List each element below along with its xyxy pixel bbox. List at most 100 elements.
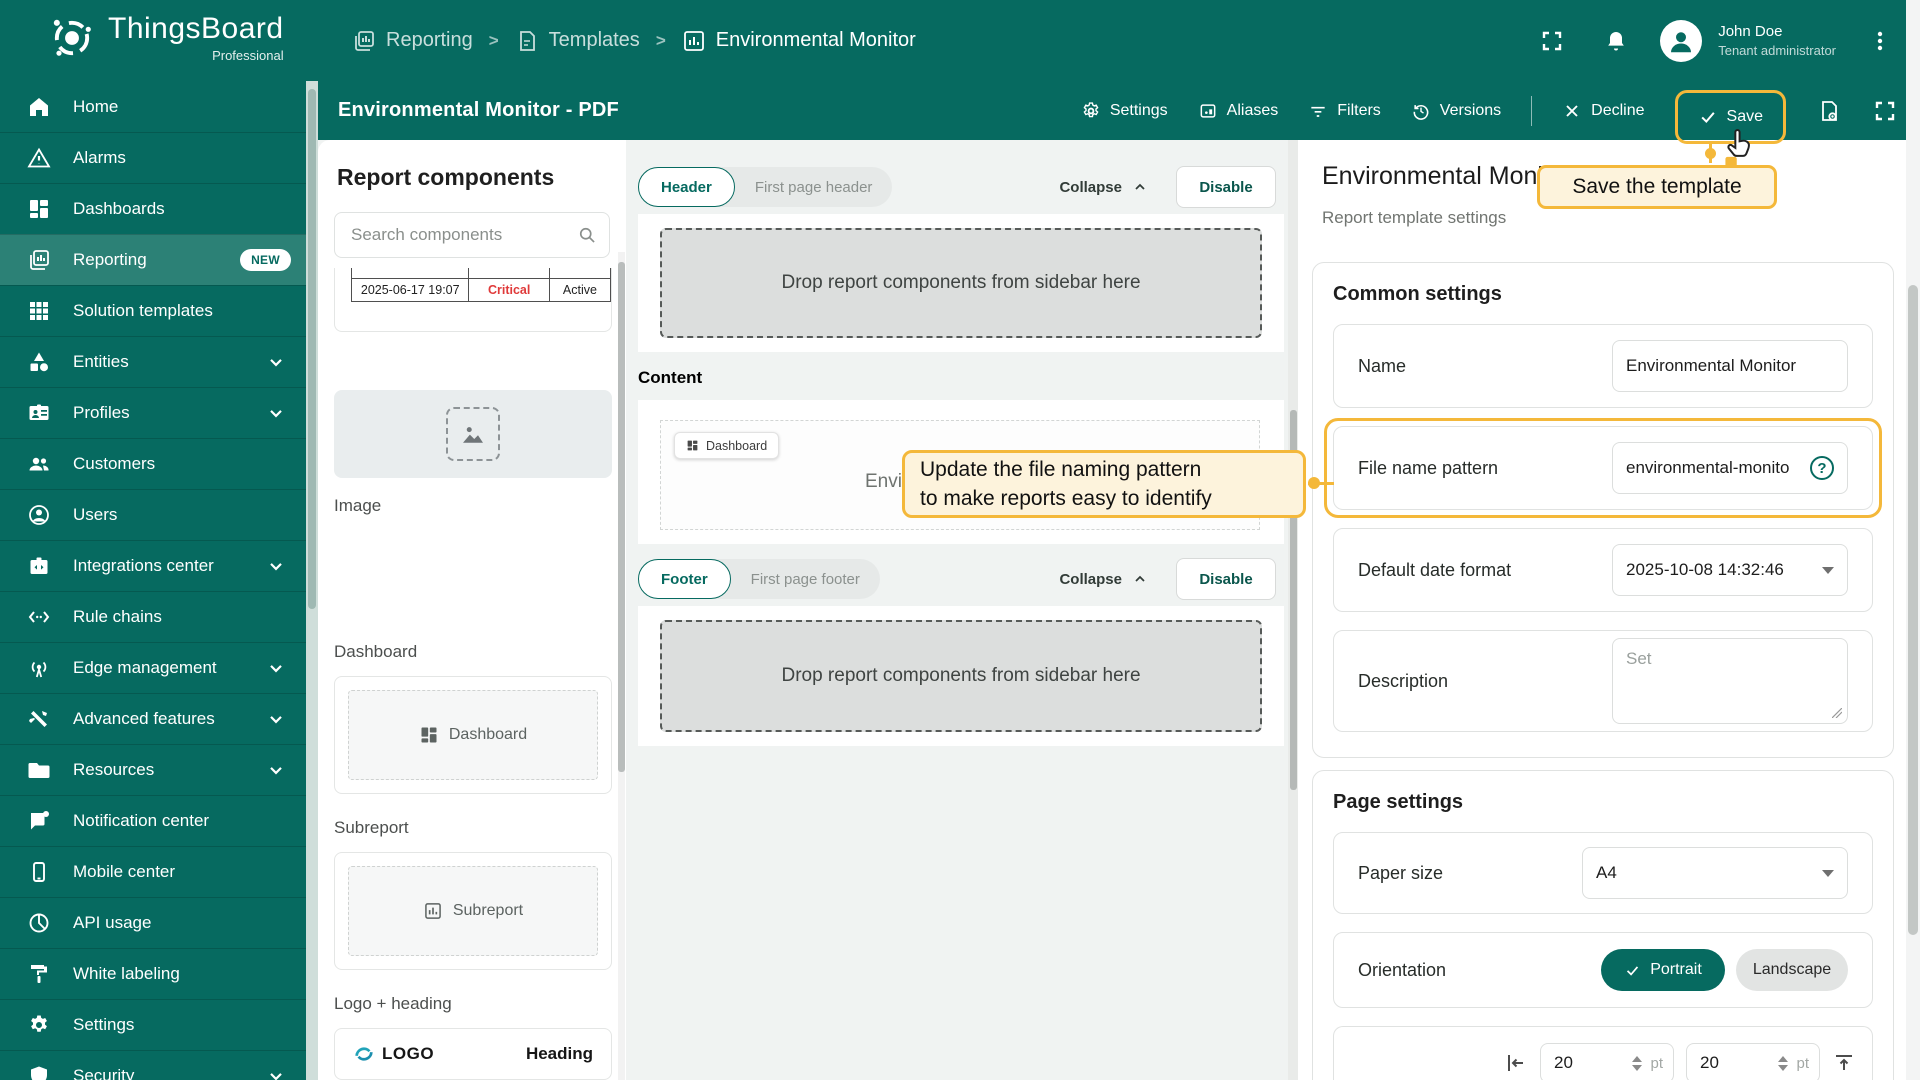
sidebar-item-integrations-center[interactable]: Integrations center xyxy=(0,540,306,591)
window-scrollbar-thumb[interactable] xyxy=(1908,285,1918,935)
sidebar-item-customers[interactable]: Customers xyxy=(0,438,306,489)
landscape-toggle[interactable]: Landscape xyxy=(1736,949,1848,991)
fullscreen-icon xyxy=(1873,99,1897,123)
components-search[interactable] xyxy=(334,212,610,258)
sidebar-item-notification-center[interactable]: Notification center xyxy=(0,795,306,846)
sidebar-item-label: Users xyxy=(73,505,117,525)
margin-top-stepper[interactable]: 20 pt xyxy=(1540,1043,1674,1080)
name-field[interactable]: Environmental Monitor xyxy=(1612,340,1848,392)
breadcrumb-templates[interactable]: Templates xyxy=(515,29,640,53)
user-avatar[interactable] xyxy=(1660,20,1702,62)
page-settings-heading: Page settings xyxy=(1333,791,1873,814)
sidebar-item-security[interactable]: Security xyxy=(0,1050,306,1080)
dashboard-card-label: Dashboard xyxy=(449,726,527,744)
stepper-arrows-icon[interactable] xyxy=(1778,1056,1788,1071)
sidebar-item-entities[interactable]: Entities xyxy=(0,336,306,387)
settings-button[interactable]: Settings xyxy=(1081,101,1168,121)
decline-button[interactable]: Decline xyxy=(1562,101,1644,121)
tab-first-page-header[interactable]: First page header xyxy=(735,179,893,196)
pattern-coachmark-tooltip: Update the file naming pattern to make r… xyxy=(902,450,1306,518)
image-component[interactable] xyxy=(334,390,612,478)
description-field[interactable]: Set xyxy=(1612,638,1848,724)
kebab-menu-icon xyxy=(1868,29,1892,53)
integrations-icon xyxy=(27,554,51,578)
logo-heading-component[interactable]: LOGO Heading xyxy=(334,1028,612,1080)
sidebar-item-rule-chains[interactable]: Rule chains xyxy=(0,591,306,642)
sidebar-item-label: Advanced features xyxy=(73,709,215,729)
footer-collapse-button[interactable]: Collapse xyxy=(1059,571,1148,588)
sidebar-scrollbar-thumb[interactable] xyxy=(308,89,316,609)
tab-footer[interactable]: Footer xyxy=(638,559,731,599)
sidebar-item-alarms[interactable]: Alarms xyxy=(0,132,306,183)
sidebar-item-edge-management[interactable]: Edge management xyxy=(0,642,306,693)
sidebar-item-reporting[interactable]: Reporting NEW xyxy=(0,234,306,285)
versions-button[interactable]: Versions xyxy=(1411,101,1501,121)
save-button[interactable]: Save xyxy=(1698,107,1763,127)
header-disable-button[interactable]: Disable xyxy=(1176,166,1276,208)
dashboard-section-label: Dashboard xyxy=(334,642,417,662)
window-scrollbar[interactable] xyxy=(1906,0,1920,1080)
template-settings-panel: Environmental Monitor - PDF Report templ… xyxy=(1298,140,1906,1080)
sidebar-item-settings[interactable]: Settings xyxy=(0,999,306,1050)
collapse-label: Collapse xyxy=(1059,179,1122,196)
breadcrumb-reporting[interactable]: Reporting xyxy=(352,29,473,53)
dropdown-caret-icon xyxy=(1822,870,1834,877)
dashboard-grid-icon xyxy=(686,439,699,452)
tab-header[interactable]: Header xyxy=(638,167,735,207)
file-name-pattern-field[interactable]: environmental-monito ? xyxy=(1612,442,1848,494)
margin-right-stepper[interactable]: 20 pt xyxy=(1686,1043,1820,1080)
description-label: Description xyxy=(1358,671,1448,692)
help-icon[interactable]: ? xyxy=(1810,456,1834,480)
chevron-down-icon xyxy=(266,1066,286,1080)
footer-drop-zone[interactable]: Drop report components from sidebar here xyxy=(660,620,1262,732)
generate-report-button[interactable] xyxy=(1816,91,1842,131)
sidebar-item-users[interactable]: Users xyxy=(0,489,306,540)
sidebar-item-solution-templates[interactable]: Solution templates xyxy=(0,285,306,336)
sidebar-item-label: Integrations center xyxy=(73,556,214,576)
components-scrollbar[interactable] xyxy=(618,252,625,1080)
dashboard-component[interactable]: Dashboard xyxy=(334,676,612,794)
footer-disable-button[interactable]: Disable xyxy=(1176,558,1276,600)
sidebar-item-home[interactable]: Home xyxy=(0,81,306,132)
expand-editor-button[interactable] xyxy=(1872,91,1898,131)
header-collapse-button[interactable]: Collapse xyxy=(1059,179,1148,196)
filters-button[interactable]: Filters xyxy=(1308,101,1381,121)
tab-first-page-footer[interactable]: First page footer xyxy=(731,571,880,588)
mobile-phone-icon xyxy=(27,860,51,884)
dashboard-grid-icon xyxy=(419,725,439,745)
paper-size-select[interactable]: A4 xyxy=(1582,847,1848,899)
subreport-component[interactable]: Subreport xyxy=(334,852,612,970)
stepper-arrows-icon[interactable] xyxy=(1632,1056,1642,1071)
subreport-section-label: Subreport xyxy=(334,818,409,838)
header-drop-zone[interactable]: Drop report components from sidebar here xyxy=(660,228,1262,338)
default-date-format-row: Default date format 2025-10-08 14:32:46 xyxy=(1333,528,1873,612)
date-format-select[interactable]: 2025-10-08 14:32:46 xyxy=(1612,544,1848,596)
dashboard-chip[interactable]: Dashboard xyxy=(674,432,779,459)
sidebar-item-resources[interactable]: Resources xyxy=(0,744,306,795)
notifications-button[interactable] xyxy=(1596,21,1636,61)
breadcrumb-current[interactable]: Environmental Monitor xyxy=(682,29,916,53)
canvas-scrollbar[interactable] xyxy=(1288,140,1298,1080)
sidebar-item-dashboards[interactable]: Dashboards xyxy=(0,183,306,234)
sidebar-item-white-labeling[interactable]: White labeling xyxy=(0,948,306,999)
portrait-toggle[interactable]: Portrait xyxy=(1601,949,1725,991)
aliases-button[interactable]: Aliases xyxy=(1198,101,1279,121)
resize-handle-icon[interactable] xyxy=(1832,708,1842,718)
common-settings-card: Common settings Name Environmental Monit… xyxy=(1312,262,1894,758)
sidebar-item-api-usage[interactable]: API usage xyxy=(0,897,306,948)
fullscreen-button[interactable] xyxy=(1532,21,1572,61)
heading-text: Heading xyxy=(526,1044,593,1064)
search-input[interactable] xyxy=(351,225,577,245)
sidebar-item-advanced-features[interactable]: Advanced features xyxy=(0,693,306,744)
components-scrollbar-thumb[interactable] xyxy=(618,262,625,772)
user-info[interactable]: John Doe Tenant administrator xyxy=(1718,23,1836,58)
dashboard-component-inner: Dashboard xyxy=(348,690,598,780)
alarms-table-component[interactable]: 2025-06-17 19:07 Critical Active xyxy=(334,268,612,332)
breadcrumb-label: Environmental Monitor xyxy=(716,29,916,52)
thingsboard-logo[interactable]: ThingsBoard Professional xyxy=(46,12,284,64)
top-bar: ThingsBoard Professional Reporting > Tem… xyxy=(0,0,1920,81)
more-menu-button[interactable] xyxy=(1860,21,1900,61)
sidebar-item-profiles[interactable]: Profiles xyxy=(0,387,306,438)
sidebar-item-mobile-center[interactable]: Mobile center xyxy=(0,846,306,897)
sidebar-scrollbar[interactable] xyxy=(306,81,318,1080)
